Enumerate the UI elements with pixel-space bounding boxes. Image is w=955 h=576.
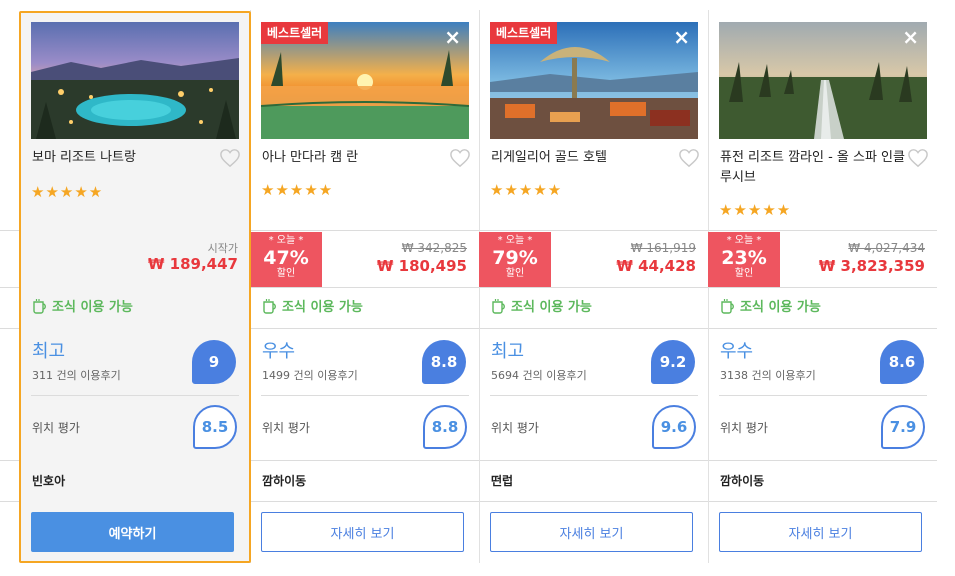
divider [490, 395, 698, 396]
original-price: ₩ 4,027,434 [848, 241, 925, 255]
hotel-photo[interactable]: 베스트셀러 × [490, 22, 698, 139]
breakfast-info: 조식 이용 가능 [720, 296, 821, 315]
heart-outline-icon[interactable] [219, 148, 241, 168]
score-word: 최고 [491, 341, 525, 362]
book-button[interactable]: 예약하기 [31, 512, 234, 552]
discount-badge: * 오늘 * 47% 할인 [250, 232, 322, 287]
star-rating: ★★★★★ [31, 183, 104, 201]
review-count[interactable]: 5694 건의 이용후기 [491, 367, 587, 383]
location-label: 위치 평가 [491, 421, 539, 435]
original-price: ₩ 161,919 [630, 241, 696, 255]
bestseller-badge: 베스트셀러 [261, 22, 329, 44]
price: ₩ 180,495 [376, 257, 467, 275]
discount-badge: * 오늘 * 23% 할인 [708, 232, 780, 287]
location-score-badge: 7.9 [881, 405, 925, 449]
hotel-name[interactable]: 아나 만다라 캠 란 [262, 148, 447, 168]
hotel-photo[interactable] [31, 22, 239, 139]
coffee-cup-icon [263, 298, 276, 314]
breakfast-info: 조식 이용 가능 [262, 296, 363, 315]
hotel-card-4[interactable]: × 퓨전 리조트 깜라인 - 올 스파 인클루시브 ★★★★★ * 오늘 * 2… [708, 0, 937, 576]
heart-outline-icon[interactable] [907, 148, 929, 168]
score-badge: 9.2 [651, 340, 695, 384]
price: ₩ 44,428 [616, 257, 696, 275]
breakfast-label: 조식 이용 가능 [52, 300, 133, 315]
review-count[interactable]: 1499 건의 이용후기 [262, 367, 358, 383]
price: ₩ 3,823,359 [818, 257, 925, 275]
price: ₩ 189,447 [147, 255, 238, 273]
divider [31, 395, 239, 396]
discount-label: 할인 [505, 268, 525, 279]
score-badge: 8.8 [422, 340, 466, 384]
location-label: 위치 평가 [720, 421, 768, 435]
hotel-photo[interactable]: × [719, 22, 927, 139]
hotel-card-1[interactable]: 보마 리조트 나트랑 ★★★★★ 시작가 ₩ 189,447 조식 이용 가능 … [20, 0, 250, 576]
location-score-badge: 8.5 [193, 405, 237, 449]
divider [719, 395, 927, 396]
location-score-badge: 9.6 [652, 405, 696, 449]
score-badge: 8.6 [880, 340, 924, 384]
details-button[interactable]: 자세히 보기 [719, 512, 922, 552]
breakfast-info: 조식 이용 가능 [491, 296, 592, 315]
score-word: 우수 [262, 341, 296, 362]
hotel-photo[interactable]: 베스트셀러 × [261, 22, 469, 139]
close-icon[interactable]: × [902, 26, 919, 48]
location-label: 위치 평가 [32, 421, 80, 435]
area-name: 빈호아 [32, 474, 66, 488]
discount-today: * 오늘 * [268, 235, 304, 246]
location-label: 위치 평가 [262, 421, 310, 435]
breakfast-label: 조식 이용 가능 [740, 300, 821, 315]
discount-badge: * 오늘 * 79% 할인 [479, 232, 551, 287]
location-score-badge: 8.8 [423, 405, 467, 449]
area-name: 깜하이동 [262, 474, 307, 488]
hotel-name[interactable]: 퓨전 리조트 깜라인 - 올 스파 인클루시브 [720, 148, 905, 188]
heart-outline-icon[interactable] [449, 148, 471, 168]
coffee-cup-icon [721, 298, 734, 314]
discount-percent: 47% [263, 247, 309, 269]
area-name: 깜하이동 [720, 474, 765, 488]
discount-today: * 오늘 * [497, 235, 533, 246]
breakfast-info: 조식 이용 가능 [32, 296, 133, 315]
details-button[interactable]: 자세히 보기 [490, 512, 693, 552]
breakfast-label: 조식 이용 가능 [282, 300, 363, 315]
close-icon[interactable]: × [673, 26, 690, 48]
bestseller-badge: 베스트셀러 [490, 22, 558, 44]
hotel-name[interactable]: 보마 리조트 나트랑 [32, 148, 217, 168]
star-rating: ★★★★★ [719, 201, 792, 219]
discount-label: 할인 [276, 268, 296, 279]
coffee-cup-icon [492, 298, 505, 314]
discount-today: * 오늘 * [726, 235, 762, 246]
price-start-label: 시작가 [207, 242, 238, 255]
area-name: 떤럽 [491, 474, 514, 488]
coffee-cup-icon [33, 298, 46, 314]
star-rating: ★★★★★ [490, 181, 563, 199]
close-icon[interactable]: × [444, 26, 461, 48]
discount-label: 할인 [734, 268, 754, 279]
score-word: 최고 [32, 341, 66, 362]
divider [261, 395, 469, 396]
review-count[interactable]: 3138 건의 이용후기 [720, 367, 816, 383]
details-button[interactable]: 자세히 보기 [261, 512, 464, 552]
discount-percent: 79% [492, 247, 538, 269]
discount-percent: 23% [721, 247, 767, 269]
review-count[interactable]: 311 건의 이용후기 [32, 367, 121, 383]
heart-outline-icon[interactable] [678, 148, 700, 168]
hotel-name[interactable]: 리게일리어 골드 호텔 [491, 148, 676, 168]
score-badge: 9 [192, 340, 236, 384]
star-rating: ★★★★★ [261, 181, 334, 199]
hotel-card-3[interactable]: 베스트셀러 × 리게일리어 골드 호텔 ★★★★★ * 오늘 * 79% 할인 … [479, 0, 708, 576]
breakfast-label: 조식 이용 가능 [511, 300, 592, 315]
original-price: ₩ 342,825 [401, 241, 467, 255]
hotel-card-2[interactable]: 베스트셀러 × 아나 만다라 캠 란 ★★★★★ * 오늘 * 47% 할인 ₩… [250, 0, 479, 576]
score-word: 우수 [720, 341, 754, 362]
